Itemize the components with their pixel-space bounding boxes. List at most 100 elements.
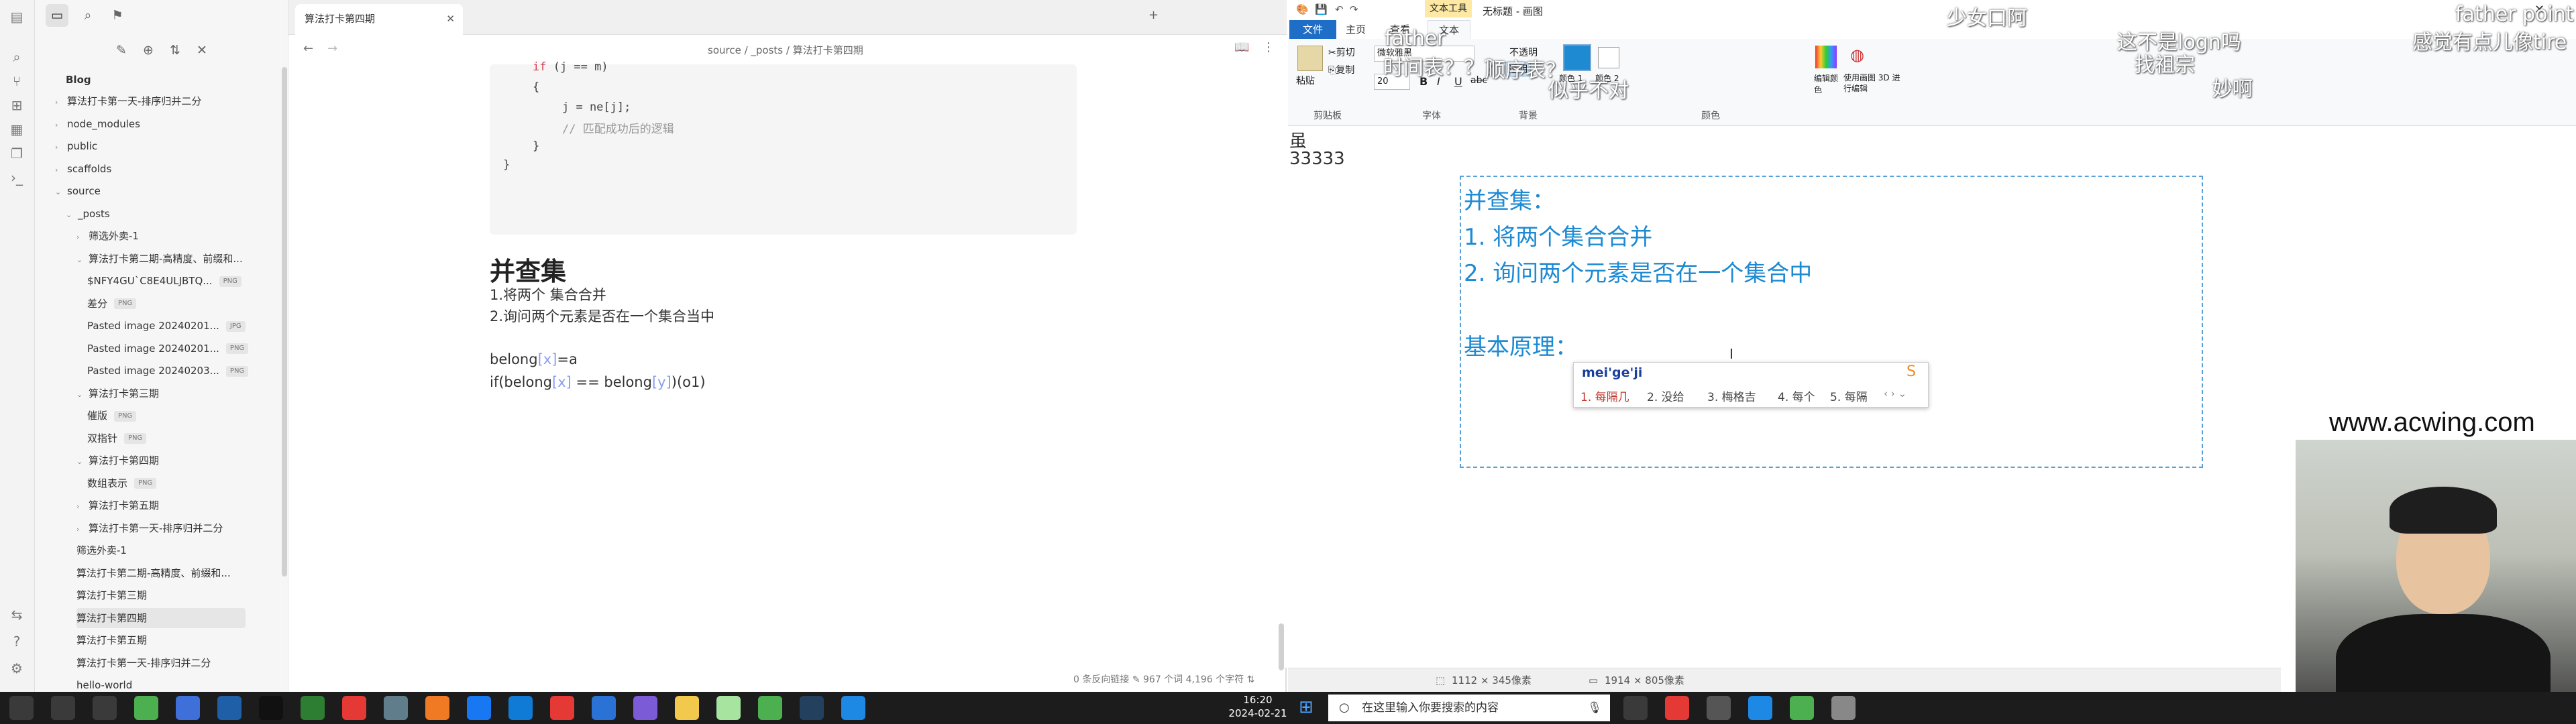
folder-item[interactable]: › 算法打卡第五期	[76, 495, 246, 516]
sidebar-search-icon[interactable]: ⌕	[76, 4, 99, 27]
redo-icon[interactable]: ↷	[1350, 3, 1358, 15]
paste-button[interactable]: 粘贴	[1296, 74, 1315, 87]
file-item[interactable]: 算法打卡第二期-高精度、前缀和...	[76, 563, 246, 583]
chrome-icon[interactable]	[758, 696, 782, 720]
sidebar-scrollbar[interactable]	[282, 67, 287, 577]
edit-with-paint3d-button[interactable]: 使用画图 3D 进行编辑	[1843, 72, 1904, 94]
folder-item[interactable]: ⌄ 算法打卡第四期	[76, 450, 246, 471]
ime-candidate[interactable]: 1. 每隔几	[1580, 387, 1629, 404]
app-icon[interactable]	[384, 696, 408, 720]
more-options-icon[interactable]: ⋮	[1263, 40, 1275, 54]
taskbar-search-box[interactable]: ○ 在这里输入你要搜索的内容 🎙	[1328, 695, 1610, 721]
file-item[interactable]: 算法打卡第五期	[76, 630, 246, 650]
chrome-icon[interactable]	[342, 696, 366, 720]
file-item[interactable]: Pasted image 20240201... JPG	[87, 316, 246, 336]
reading-view-icon[interactable]: 📖	[1234, 40, 1249, 54]
tab-file[interactable]: 文件	[1289, 20, 1336, 39]
task-view-icon[interactable]	[93, 696, 117, 720]
vault-name[interactable]: Blog	[66, 70, 91, 90]
file-item[interactable]: 算法打卡第四期	[76, 607, 246, 628]
taskbar-app-icon[interactable]	[1790, 696, 1814, 720]
files-folder-icon[interactable]: ▭	[46, 4, 68, 27]
folder-item[interactable]: ⌄ source	[55, 181, 246, 201]
file-item[interactable]: 催版 PNG	[87, 406, 246, 426]
file-item[interactable]: $NFY4GU`C8E4ULJBTQ... PNG	[87, 271, 246, 291]
file-item[interactable]: 数组表示 PNG	[87, 473, 246, 493]
notion-icon[interactable]	[259, 696, 283, 720]
folder-item[interactable]: › node_modules	[55, 114, 246, 134]
cut-button[interactable]: ✂剪切	[1328, 46, 1355, 59]
help-icon[interactable]: ?	[8, 633, 25, 650]
sidebar-toggle-icon[interactable]: ▤	[8, 8, 25, 25]
folder-item[interactable]: › 算法打卡第一天-排序归并二分	[76, 518, 246, 538]
edge-icon[interactable]	[508, 696, 533, 720]
forward-arrow-icon[interactable]: →	[327, 42, 337, 56]
editor-scrollbar[interactable]	[1279, 623, 1284, 670]
breadcrumb-item[interactable]: 算法打卡第四期	[793, 44, 863, 56]
taskbar-app-icon[interactable]	[1665, 696, 1689, 720]
bookmark-icon[interactable]: ⚑	[106, 4, 129, 27]
breadcrumb-item[interactable]: source	[708, 44, 741, 56]
app-icon[interactable]	[301, 696, 325, 720]
calendar-icon[interactable]: ▦	[8, 121, 25, 138]
ime-candidate[interactable]: 2. 没给	[1647, 387, 1684, 404]
backlinks-count[interactable]: 0 条反向链接	[1073, 674, 1129, 685]
vault-switch-icon[interactable]: ⇆	[8, 606, 25, 623]
taskbar-app-icon[interactable]	[1623, 696, 1648, 720]
tab-note[interactable]: 算法打卡第四期 ✕	[295, 4, 463, 35]
app-icon[interactable]	[716, 696, 741, 720]
canvas-icon[interactable]: ⊞	[8, 97, 25, 114]
graph-icon[interactable]: ⑂	[8, 72, 25, 90]
file-item[interactable]: 双指针 PNG	[87, 428, 246, 448]
folder-item[interactable]: › public	[55, 136, 246, 156]
paste-icon[interactable]	[1297, 46, 1323, 71]
app-icon[interactable]	[675, 696, 699, 720]
folder-item[interactable]: ⌄ 算法打卡第二期-高精度、前缀和...	[76, 249, 246, 269]
tab-home[interactable]: 主页	[1346, 20, 1366, 39]
taskbar-app-icon[interactable]	[1748, 696, 1772, 720]
app-icon[interactable]	[633, 696, 657, 720]
ime-candidate[interactable]: 5. 每隔	[1830, 387, 1868, 404]
folder-item[interactable]: › 算法打卡第一天-排序归并二分	[55, 91, 246, 111]
color2-swatch[interactable]	[1598, 47, 1619, 68]
app-icon[interactable]	[134, 696, 158, 720]
folder-item[interactable]: ⌄ 算法打卡第三期	[76, 383, 246, 404]
file-item[interactable]: Pasted image 20240201... PNG	[87, 339, 249, 359]
facebook-icon[interactable]	[467, 696, 491, 720]
save-icon[interactable]: 💾	[1315, 3, 1328, 15]
app-icon[interactable]	[800, 696, 824, 720]
terminal-icon[interactable]: ›_	[8, 169, 25, 186]
new-folder-icon[interactable]: ⊕	[137, 39, 160, 62]
search-icon[interactable]: ⌕	[8, 48, 25, 66]
breadcrumb-item[interactable]: _posts	[751, 44, 783, 56]
start-windows-icon[interactable]: ⊞	[1299, 697, 1313, 717]
app-icon[interactable]	[841, 696, 865, 720]
edit-colors-icon[interactable]	[1815, 46, 1837, 68]
file-item[interactable]: 筛选外卖-1	[76, 540, 246, 560]
ime-candidate[interactable]: 4. 每个	[1778, 387, 1815, 404]
file-item[interactable]: 算法打卡第一天-排序归并二分	[76, 653, 246, 673]
taskbar-app-icon[interactable]	[1707, 696, 1731, 720]
start-icon[interactable]	[9, 696, 34, 720]
folder-item[interactable]: › scaffolds	[55, 159, 246, 179]
app-icon[interactable]	[176, 696, 200, 720]
tab-close-icon[interactable]: ✕	[446, 4, 455, 34]
templates-icon[interactable]: ❐	[8, 145, 25, 162]
youtube-icon[interactable]	[550, 696, 574, 720]
new-tab-plus-icon[interactable]: +	[1148, 8, 1169, 28]
file-item[interactable]: 差分 PNG	[87, 294, 246, 314]
taskbar-app-icon[interactable]	[1831, 696, 1856, 720]
app-icon[interactable]	[217, 696, 241, 720]
search-icon[interactable]	[51, 696, 75, 720]
paint3d-icon[interactable]: ◍	[1850, 46, 1864, 64]
ime-candidate[interactable]: 3. 梅格吉	[1707, 387, 1756, 404]
app-icon[interactable]	[592, 696, 616, 720]
clock[interactable]: 16:20 2024-02-21	[1221, 693, 1295, 723]
sort-icon[interactable]: ⇅	[164, 39, 186, 62]
folder-item[interactable]: › 筛选外卖-1	[76, 226, 246, 246]
microphone-icon[interactable]: 🎙	[1587, 695, 1602, 721]
file-item[interactable]: Pasted image 20240203... PNG	[87, 361, 249, 381]
copy-button[interactable]: ⎘复制	[1328, 63, 1354, 76]
color1-swatch[interactable]	[1563, 44, 1591, 71]
new-note-icon[interactable]: ✎	[110, 39, 133, 62]
